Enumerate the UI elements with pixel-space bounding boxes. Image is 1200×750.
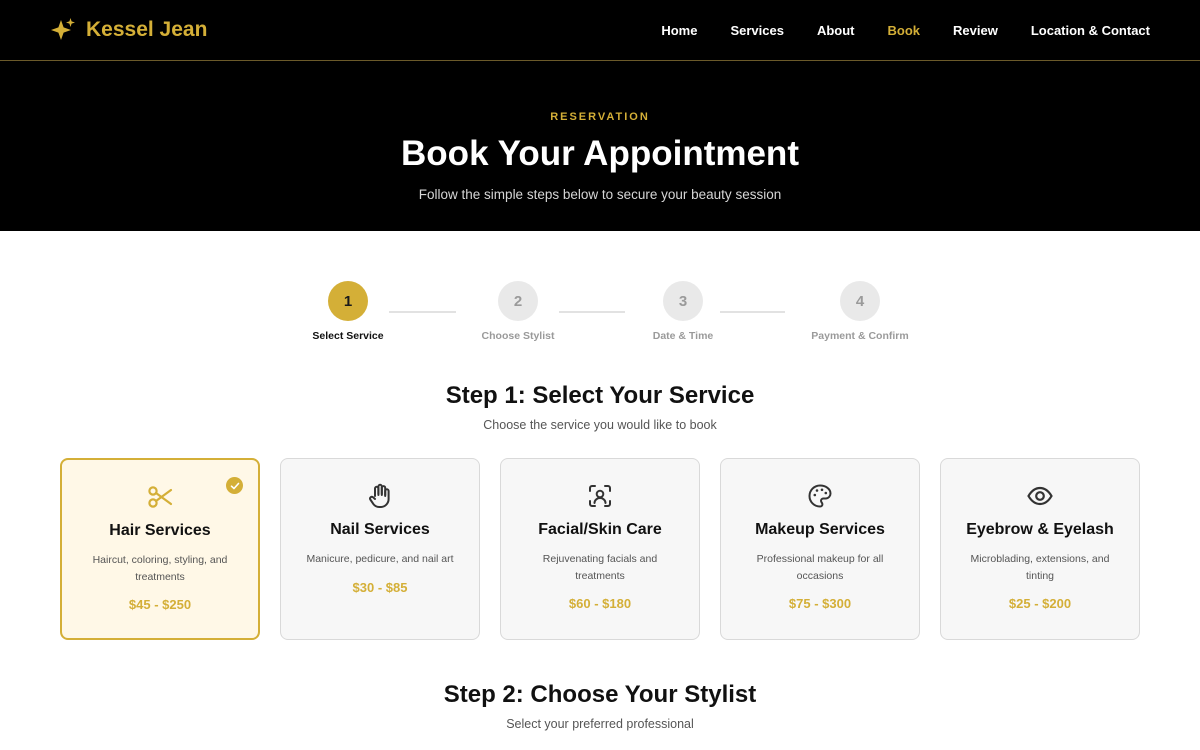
service-title: Nail Services xyxy=(330,521,430,538)
service-title: Makeup Services xyxy=(755,521,885,538)
step1-title: Step 1: Select Your Service xyxy=(445,382,755,409)
hero-section: RESERVATION Book Your Appointment Follow… xyxy=(0,61,1200,231)
hand-icon xyxy=(369,483,390,508)
service-description: Rejuvenating facials and treatments xyxy=(542,553,658,582)
step-label: Date & Time xyxy=(652,330,714,342)
scissors-icon xyxy=(148,486,173,508)
service-title: Hair Services xyxy=(109,522,211,539)
palette-icon xyxy=(808,484,832,508)
brand-name: Kessel Jean xyxy=(86,18,208,41)
step2-subtitle: Select your preferred professional xyxy=(506,717,694,731)
service-card-eyebrow[interactable]: Eyebrow & Eyelash Microblading, extensio… xyxy=(940,458,1140,640)
service-description: Professional makeup for all occasions xyxy=(756,553,884,582)
nav-services[interactable]: Services xyxy=(730,23,784,38)
step-payment-confirm[interactable]: 4 Payment & Confirm xyxy=(790,281,930,342)
step-date-time[interactable]: 3 Date & Time xyxy=(613,281,753,342)
service-price: $25 - $200 xyxy=(1008,596,1072,611)
booking-stepper: 1 Select Service 2 Choose Stylist 3 Date… xyxy=(270,281,930,351)
nav-book[interactable]: Book xyxy=(888,23,921,38)
service-price: $60 - $180 xyxy=(568,596,632,611)
nav-review[interactable]: Review xyxy=(953,23,998,38)
step-number: 1 xyxy=(328,281,368,321)
step-label: Payment & Confirm xyxy=(811,330,909,342)
service-cards: Hair Services Haircut, coloring, styling… xyxy=(0,458,1200,640)
step2-title: Step 2: Choose Your Stylist xyxy=(443,681,757,708)
hero-eyebrow: RESERVATION xyxy=(550,111,650,123)
hero-subtitle: Follow the simple steps below to secure … xyxy=(418,187,782,202)
step-label: Choose Stylist xyxy=(481,330,555,342)
page-title: Book Your Appointment xyxy=(401,134,799,173)
step-number: 3 xyxy=(663,281,703,321)
sparkle-icon xyxy=(51,18,75,40)
step-number: 4 xyxy=(840,281,880,321)
service-price: $30 - $85 xyxy=(352,579,408,595)
service-price: $45 - $250 xyxy=(128,597,192,612)
eye-icon xyxy=(1027,486,1053,506)
nav-location-contact[interactable]: Location & Contact xyxy=(1031,23,1150,38)
step-label: Select Service xyxy=(312,330,384,342)
service-card-hair[interactable]: Hair Services Haircut, coloring, styling… xyxy=(60,458,260,640)
top-navbar: Kessel Jean Home Services About Book Rev… xyxy=(0,0,1200,61)
service-description: Microblading, extensions, and tinting xyxy=(970,553,1110,582)
service-card-makeup[interactable]: Makeup Services Professional makeup for … xyxy=(720,458,920,640)
main-nav: Home Services About Book Review Location… xyxy=(628,23,1150,38)
step-number: 2 xyxy=(498,281,538,321)
step-choose-stylist[interactable]: 2 Choose Stylist xyxy=(448,281,588,342)
service-card-facial[interactable]: Facial/Skin Care Rejuvenating facials an… xyxy=(500,458,700,640)
service-description: Manicure, pedicure, and nail art xyxy=(306,553,454,565)
brand[interactable]: Kessel Jean xyxy=(50,17,207,43)
service-title: Facial/Skin Care xyxy=(538,521,662,538)
step1-subtitle: Choose the service you would like to boo… xyxy=(483,418,717,432)
service-card-nail[interactable]: Nail Services Manicure, pedicure, and na… xyxy=(280,458,480,640)
service-description: Haircut, coloring, styling, and treatmen… xyxy=(92,554,228,583)
nav-home[interactable]: Home xyxy=(661,23,697,38)
step-select-service[interactable]: 1 Select Service xyxy=(278,281,418,342)
nav-about[interactable]: About xyxy=(817,23,855,38)
selected-check-icon xyxy=(226,477,243,494)
service-title: Eyebrow & Eyelash xyxy=(966,521,1114,538)
service-price: $75 - $300 xyxy=(788,596,852,611)
face-scan-icon xyxy=(589,485,611,507)
